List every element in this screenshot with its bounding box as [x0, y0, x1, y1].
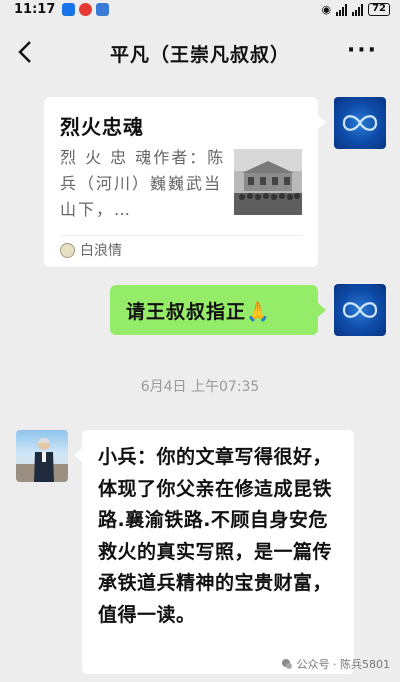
wechat-official-icon: [281, 659, 292, 669]
app-notification-icon: [96, 3, 109, 16]
status-bar: 11:17 ◉ 72: [0, 0, 400, 22]
eye-icon: ◉: [321, 3, 332, 16]
card-description: 烈 火 忠 魂作者：陈兵（河川）巍巍武当山下，…: [60, 148, 226, 219]
card-source-label: 白浪情: [80, 243, 122, 259]
received-message-bubble[interactable]: 小兵：你的文章写得很好，体现了你父亲在修迼成昆铁路.襄渝铁路.不顾自身安危救火的…: [74, 430, 354, 674]
watermark-text: 公众号 · 陈兵5801: [296, 658, 390, 671]
contact-avatar[interactable]: [16, 430, 68, 482]
system-icons: ◉ 72: [321, 3, 390, 16]
status-time: 11:17: [14, 2, 56, 17]
battery-icon: 72: [368, 3, 390, 16]
signal-icon: [352, 3, 364, 16]
card-title: 烈火忠魂: [60, 115, 144, 139]
app-notification-icon: [62, 3, 75, 16]
avatar[interactable]: [334, 284, 386, 336]
avatar[interactable]: [334, 97, 386, 149]
infinity-logo-icon: [342, 115, 378, 131]
more-dots-icon: ···: [346, 38, 378, 63]
notification-icons: [62, 3, 109, 16]
watermark: 公众号 · 陈兵5801: [281, 656, 390, 672]
card-thumbnail: [234, 149, 302, 215]
link-card-message[interactable]: 烈火忠魂 烈 火 忠 魂作者：陈兵（河川）巍巍武当山下，… 白浪情: [44, 97, 326, 267]
card-source: 白浪情: [60, 240, 122, 260]
sent-message-bubble[interactable]: 请王叔叔指正🙏: [110, 285, 326, 335]
source-logo-icon: [60, 242, 75, 258]
message-timestamp: 6月4日 上午07:35: [140, 379, 260, 395]
chat-header: 平凡（王崇凡叔叔） ···: [0, 22, 400, 84]
more-button[interactable]: ···: [347, 38, 378, 63]
app-notification-icon: [79, 3, 92, 16]
card-divider: [60, 235, 302, 236]
signal-icon: [336, 3, 348, 16]
infinity-logo-icon: [342, 302, 378, 318]
chat-title: 平凡（王崇凡叔叔）: [109, 44, 290, 66]
